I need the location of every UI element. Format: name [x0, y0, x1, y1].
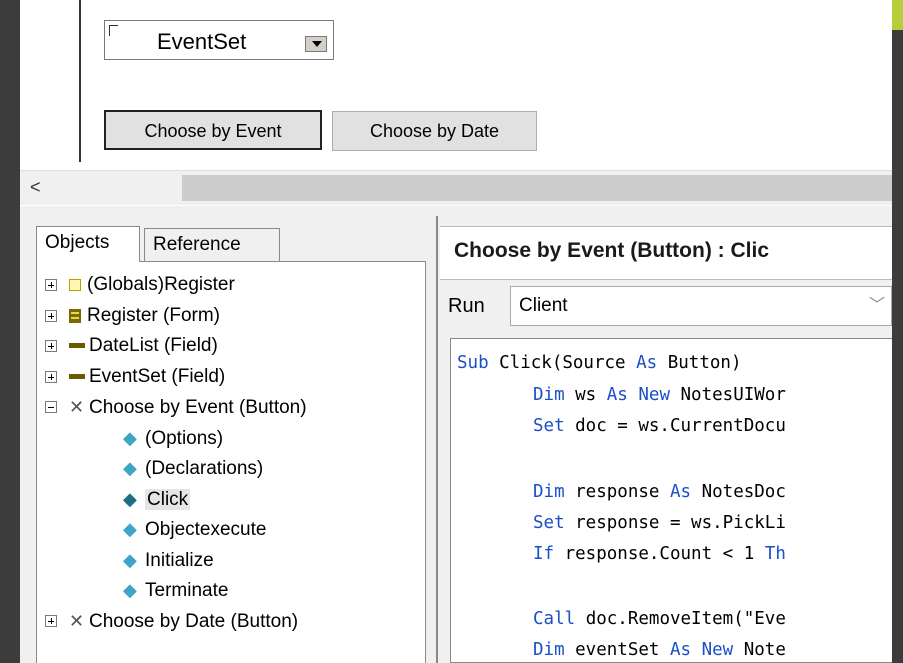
editor-title-bar: Choose by Event (Button) : Clic	[440, 226, 892, 280]
tree-item-label: Choose by Date (Button)	[89, 611, 299, 632]
form-icon	[69, 308, 81, 323]
tree-item-label: Register (Form)	[87, 305, 221, 326]
designer-window: EventSet Choose by Event Choose by Date …	[20, 0, 892, 663]
editor-title: Choose by Event (Button) : Clic	[454, 239, 769, 262]
code-line: Set doc = ws.CurrentDocu	[533, 416, 786, 436]
tree-item-label: Click	[145, 489, 191, 510]
tree-item-label: DateList (Field)	[89, 335, 218, 356]
tree-item-label: Initialize	[145, 550, 214, 571]
run-select-value: Client	[519, 295, 568, 316]
object-tree: (Globals)Register Register (Form) DateLi…	[36, 261, 426, 663]
tree-item-label: Choose by Event (Button)	[89, 397, 307, 418]
eventset-combobox[interactable]: EventSet	[104, 20, 334, 60]
field-icon	[69, 374, 85, 380]
scrollbar-thumb[interactable]	[182, 175, 892, 201]
tree-item-options[interactable]: ◆ (Options)	[123, 423, 223, 453]
field-corner-marker	[109, 25, 118, 36]
tree-item-terminate[interactable]: ◆ Terminate	[123, 575, 228, 605]
tree-item-declarations[interactable]: ◆ (Declarations)	[123, 453, 263, 483]
tab-reference[interactable]: Reference	[144, 228, 280, 262]
expand-plus-icon[interactable]	[45, 279, 57, 291]
scroll-left-icon[interactable]: <	[30, 177, 41, 198]
collapse-minus-icon[interactable]	[45, 401, 57, 413]
event-icon: ◆	[123, 580, 137, 600]
tree-item-label: EventSet (Field)	[89, 366, 226, 387]
tree-item-initialize[interactable]: ◆ Initialize	[123, 545, 214, 575]
expand-plus-icon[interactable]	[45, 340, 57, 352]
event-icon: ◆	[123, 550, 137, 570]
combobox-value: EventSet	[157, 29, 247, 54]
chevron-down-icon[interactable]	[305, 36, 327, 52]
code-line: Dim ws As New NotesUIWor	[533, 385, 786, 405]
script-editor-panel: Choose by Event (Button) : Clic Run Clie…	[440, 206, 892, 663]
code-line: Sub Click(Source As Button)	[457, 353, 742, 373]
horizontal-scrollbar[interactable]: <	[20, 170, 892, 205]
expand-plus-icon[interactable]	[45, 371, 57, 383]
code-line: If response.Count < 1 Th	[533, 544, 786, 564]
field-icon	[69, 343, 85, 349]
run-label: Run	[448, 295, 485, 317]
event-icon: ◆	[123, 519, 137, 539]
pane-splitter[interactable]	[436, 216, 438, 663]
tree-item-label: Objectexecute	[145, 519, 267, 540]
choose-by-event-button[interactable]: Choose by Event	[104, 110, 322, 150]
code-editor[interactable]: Sub Click(Source As Button) Dim ws As Ne…	[450, 338, 892, 663]
form-margin-line	[79, 0, 81, 162]
event-icon: ◆	[123, 489, 137, 509]
event-icon: ◆	[123, 458, 137, 478]
tree-item-objectexecute[interactable]: ◆ Objectexecute	[123, 514, 266, 544]
tab-objects[interactable]: Objects	[36, 226, 140, 262]
tree-item-click[interactable]: ◆ Click	[123, 484, 191, 514]
programmer-pane: Objects Reference (Globals)Register Regi…	[20, 206, 892, 663]
expand-plus-icon[interactable]	[45, 310, 57, 322]
tree-item-label: (Options)	[145, 428, 224, 449]
code-line: Call doc.RemoveItem("Eve	[533, 609, 786, 629]
code-line: Dim response As NotesDoc	[533, 482, 786, 502]
run-select[interactable]: Client ﹀	[510, 286, 892, 326]
expand-plus-icon[interactable]	[45, 615, 57, 627]
button-icon: ✕	[69, 397, 85, 417]
objects-panel: Objects Reference (Globals)Register Regi…	[30, 226, 433, 663]
event-icon: ◆	[123, 428, 137, 448]
tree-item-label: (Declarations)	[145, 458, 264, 479]
code-line: Dim eventSet As New Note	[533, 640, 786, 660]
code-line: Set response = ws.PickLi	[533, 513, 786, 533]
globals-icon	[69, 278, 81, 291]
tree-item-label: Terminate	[145, 580, 229, 601]
button-icon: ✕	[69, 611, 85, 631]
tree-item-label: (Globals)Register	[87, 274, 235, 295]
choose-by-date-button[interactable]: Choose by Date	[332, 111, 537, 151]
chevron-down-icon[interactable]: ﹀	[869, 287, 885, 325]
